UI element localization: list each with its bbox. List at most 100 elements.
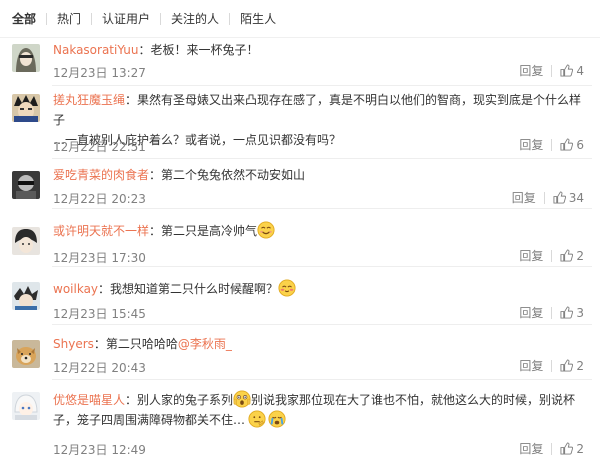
reply-button[interactable]: 回复 bbox=[519, 62, 543, 79]
thumbs-up-icon bbox=[553, 191, 566, 204]
comment-item: 爱吃青菜的肉食者：第二个兔兔依然不动安如山 12月22日 20:23 回复 34 bbox=[0, 159, 600, 209]
comment-item: woilkay：我想知道第二只什么时候醒啊？ 12月23日 15:45 回复 3 bbox=[0, 267, 600, 325]
comment-text: 或许明天就不一样：第二只是高冷帅气 bbox=[53, 221, 590, 241]
action-divider bbox=[551, 249, 553, 262]
comment-time: 12月22日 22:51 bbox=[53, 140, 146, 154]
like-count: 3 bbox=[576, 305, 584, 320]
comment-actions: 回复 2 bbox=[519, 357, 584, 374]
comment-author[interactable]: 搓丸狂魔玉绳 bbox=[53, 93, 125, 107]
action-divider bbox=[551, 306, 553, 319]
like-button[interactable]: 6 bbox=[560, 138, 584, 152]
avatar[interactable] bbox=[12, 392, 40, 420]
comment-actions: 回复 34 bbox=[512, 189, 584, 206]
like-button[interactable]: 34 bbox=[553, 191, 584, 205]
comment-author[interactable]: woilkay bbox=[53, 282, 98, 296]
action-divider bbox=[543, 191, 545, 204]
comment-author[interactable]: NakasoratiYuu bbox=[53, 43, 139, 57]
like-count: 4 bbox=[576, 63, 584, 78]
action-divider bbox=[551, 138, 553, 151]
comment-actions: 回复 3 bbox=[519, 304, 584, 321]
reply-button[interactable]: 回复 bbox=[519, 440, 543, 457]
like-button[interactable]: 2 bbox=[560, 249, 584, 263]
reply-button[interactable]: 回复 bbox=[519, 357, 543, 374]
thumbs-up-icon bbox=[560, 138, 574, 151]
comment-body-line1: ：果然有圣母婊又出来凸现存在感了，真是不明白以他们的智商，现实到底是个什么样子 bbox=[53, 93, 582, 127]
comment-body: ：我想知道第二只什么时候醒啊？ bbox=[98, 282, 279, 296]
avatar[interactable] bbox=[12, 227, 40, 255]
like-button[interactable]: 2 bbox=[560, 359, 584, 373]
comment-actions: 回复 4 bbox=[519, 62, 584, 79]
blush-emoji bbox=[278, 279, 296, 297]
like-count: 2 bbox=[576, 248, 584, 263]
comment-body-line2: 子，笼子四周围满障碍物都关不住… bbox=[53, 413, 246, 427]
comment-actions: 回复 6 bbox=[519, 136, 584, 153]
tab-divider bbox=[46, 12, 48, 25]
comment-text: Shyers：第二只哈哈哈@李秋雨_ bbox=[53, 334, 590, 354]
reply-button[interactable]: 回复 bbox=[519, 247, 543, 264]
like-button[interactable]: 2 bbox=[560, 442, 584, 456]
comment-text: 爱吃青菜的肉食者：第二个兔兔依然不动安如山 bbox=[53, 165, 590, 185]
thumbs-up-icon bbox=[560, 442, 574, 455]
comment-item: 或许明天就不一样：第二只是高冷帅气 12月23日 17:30 回复 2 bbox=[0, 209, 600, 267]
tab-following[interactable]: 关注的人 bbox=[171, 10, 219, 27]
comment-time: 12月23日 17:30 bbox=[53, 251, 146, 265]
tab-strangers[interactable]: 陌生人 bbox=[240, 10, 276, 27]
smile-emoji bbox=[257, 221, 275, 239]
like-count: 2 bbox=[576, 441, 584, 456]
reply-button[interactable]: 回复 bbox=[519, 304, 543, 321]
like-button[interactable]: 3 bbox=[560, 306, 584, 320]
comment-body: ：第二只哈哈哈 bbox=[93, 337, 178, 351]
crying-emoji bbox=[268, 410, 286, 428]
action-divider bbox=[551, 64, 553, 77]
comment-body: ：老板！来一杯兔子！ bbox=[138, 43, 259, 57]
reply-button[interactable]: 回复 bbox=[519, 136, 543, 153]
comment-item: 优悠是喵星人：别人家的兔子系列 别说我家那位现在大了谁也不怕，就他这么大的时候，别… bbox=[0, 380, 600, 465]
action-divider bbox=[551, 442, 553, 455]
tab-divider bbox=[91, 12, 93, 25]
avatar[interactable] bbox=[12, 171, 40, 199]
comment-item: Shyers：第二只哈哈哈@李秋雨_ 12月22日 20:43 回复 2 bbox=[0, 325, 600, 380]
comment-item: NakasoratiYuu：老板！来一杯兔子！ 12月23日 13:27 回复 … bbox=[0, 38, 600, 86]
avatar[interactable] bbox=[12, 44, 40, 72]
avatar[interactable] bbox=[12, 282, 40, 310]
comment-panel: { "tabs": [ {"label": "全部"}, {"label": "… bbox=[0, 0, 600, 465]
comment-time: 12月22日 20:43 bbox=[53, 361, 146, 375]
comment-item: 搓丸狂魔玉绳：果然有圣母婊又出来凸现存在感了，真是不明白以他们的智商，现实到底是… bbox=[0, 86, 600, 159]
comment-text: NakasoratiYuu：老板！来一杯兔子！ bbox=[53, 40, 590, 60]
action-divider bbox=[551, 359, 553, 372]
comment-author[interactable]: 爱吃青菜的肉食者 bbox=[53, 168, 149, 182]
avatar[interactable] bbox=[12, 94, 40, 122]
tab-all[interactable]: 全部 bbox=[12, 10, 36, 27]
like-count: 34 bbox=[568, 190, 584, 205]
avatar[interactable] bbox=[12, 340, 40, 368]
thumbs-up-icon bbox=[560, 359, 574, 372]
mention-link[interactable]: @李秋雨_ bbox=[178, 337, 232, 351]
like-count: 6 bbox=[576, 137, 584, 152]
comment-text: 优悠是喵星人：别人家的兔子系列 别说我家那位现在大了谁也不怕，就他这么大的时候，别… bbox=[53, 390, 590, 430]
thinking-emoji bbox=[248, 410, 266, 428]
filter-tabs: 全部 热门 认证用户 关注的人 陌生人 bbox=[0, 0, 600, 38]
tab-divider bbox=[160, 12, 162, 25]
tab-divider bbox=[229, 12, 231, 25]
comment-actions: 回复 2 bbox=[519, 247, 584, 264]
comment-body: ：第二个兔兔依然不动安如山 bbox=[149, 168, 306, 182]
comment-author[interactable]: 或许明天就不一样 bbox=[53, 224, 149, 238]
comment-author[interactable]: 优悠是喵星人 bbox=[53, 393, 125, 407]
comment-actions: 回复 2 bbox=[519, 440, 584, 457]
tab-verified-users[interactable]: 认证用户 bbox=[102, 10, 150, 27]
comment-body: ：第二只是高冷帅气 bbox=[149, 224, 258, 238]
reply-button[interactable]: 回复 bbox=[512, 189, 536, 206]
comment-text: woilkay：我想知道第二只什么时候醒啊？ bbox=[53, 279, 590, 299]
thumbs-up-icon bbox=[560, 306, 574, 319]
comment-time: 12月23日 12:49 bbox=[53, 443, 146, 457]
thumbs-up-icon bbox=[560, 249, 574, 262]
comment-time: 12月23日 13:27 bbox=[53, 66, 146, 80]
comment-author[interactable]: Shyers bbox=[53, 337, 94, 351]
comment-time: 12月22日 20:23 bbox=[53, 192, 146, 206]
tab-hot[interactable]: 热门 bbox=[57, 10, 81, 27]
like-count: 2 bbox=[576, 358, 584, 373]
comment-time: 12月23日 15:45 bbox=[53, 307, 146, 321]
shocked-emoji bbox=[233, 390, 251, 408]
like-button[interactable]: 4 bbox=[560, 64, 584, 78]
comment-body-part1: ：别人家的兔子系列 bbox=[125, 393, 234, 407]
